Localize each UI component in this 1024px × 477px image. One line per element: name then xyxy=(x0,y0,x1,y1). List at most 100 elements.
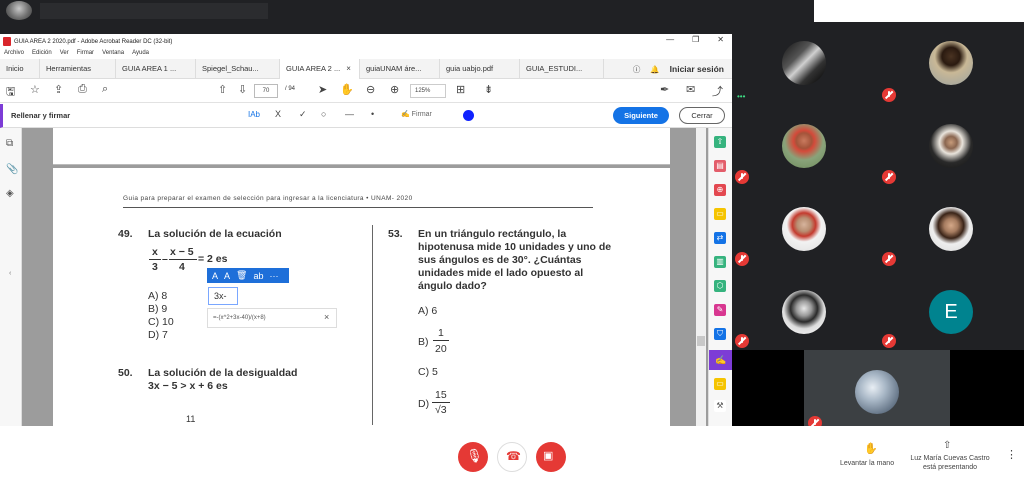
sign-icon[interactable]: ✒ xyxy=(660,83,669,96)
dot-icon[interactable]: • xyxy=(371,109,374,119)
compress-icon[interactable]: ⬡ xyxy=(714,280,726,292)
send-icon[interactable]: ▭ xyxy=(714,378,726,390)
zoom-select[interactable]: 125% xyxy=(410,84,446,98)
add-text-icon[interactable]: IAb xyxy=(248,110,260,119)
menu-ver[interactable]: Ver xyxy=(60,50,69,56)
delete-icon[interactable]: 🗑 xyxy=(236,270,247,281)
zoom-in-icon[interactable]: ⊕ xyxy=(390,83,399,96)
cerrar-button[interactable]: Cerrar xyxy=(679,107,725,124)
edit-pdf-icon[interactable]: ⊕ xyxy=(714,184,726,196)
pages-icon[interactable]: ⧉ xyxy=(6,138,13,149)
window-controls: — ❐ ✕ xyxy=(666,35,724,44)
combine-icon[interactable]: ⇄ xyxy=(714,232,726,244)
question-53-number: 53. xyxy=(388,228,403,240)
page-number-input[interactable]: 70 xyxy=(254,84,278,98)
protect-icon[interactable]: ⛉ xyxy=(714,328,726,340)
tab-close-icon[interactable]: × xyxy=(346,64,351,73)
q53-b-numerator: 1 xyxy=(438,327,444,339)
minimize-icon[interactable]: — xyxy=(666,35,674,44)
suggestion-close-icon[interactable]: × xyxy=(324,312,329,322)
line-icon[interactable]: — xyxy=(345,109,354,119)
document-scrollbar[interactable] xyxy=(696,128,706,426)
microphone-toggle-button[interactable]: 🎙 xyxy=(458,442,488,472)
tab-guia-estudi[interactable]: GUIA_ESTUDI... xyxy=(520,58,604,79)
answer-text-field[interactable]: 3x- xyxy=(208,287,238,305)
tab-guiaunam[interactable]: guiaUNAM áre... xyxy=(360,58,440,79)
more-options-icon[interactable]: ⋮ xyxy=(1006,448,1017,461)
organize-icon[interactable]: ▥ xyxy=(714,256,726,268)
pdf-page-previous xyxy=(53,128,670,165)
raise-hand-label[interactable]: Levantar la mano xyxy=(840,460,894,467)
presenting-icon[interactable]: ⇧ xyxy=(943,440,951,451)
tab-spiegel[interactable]: Spiegel_Schau... xyxy=(196,58,280,79)
firmar-button[interactable]: ✍ Firmar xyxy=(401,110,432,118)
tab-guia-area-2[interactable]: GUIA AREA 2 ... × xyxy=(280,58,360,79)
color-picker[interactable] xyxy=(463,110,474,121)
print-icon[interactable]: ⎙ xyxy=(78,83,87,96)
more-icon[interactable]: ··· xyxy=(269,271,278,281)
zoom-out-icon[interactable]: ⊖ xyxy=(366,83,375,96)
empty-tile-left xyxy=(732,350,804,426)
cross-mark-icon[interactable]: X xyxy=(275,109,281,119)
check-mark-icon[interactable]: ✓ xyxy=(299,109,307,120)
mail-icon[interactable]: ✉ xyxy=(686,83,695,96)
search-icon[interactable]: ⌕ xyxy=(102,83,108,96)
restore-icon[interactable]: ❐ xyxy=(692,35,699,44)
menu-ayuda[interactable]: Ayuda xyxy=(132,50,149,56)
comment-icon[interactable]: ▭ xyxy=(714,208,726,220)
menu-archivo[interactable]: Archivo xyxy=(4,50,24,56)
scroll-mode-icon[interactable]: ⇟ xyxy=(484,83,493,96)
participant-3-mic-off-icon xyxy=(735,170,749,184)
main-toolbar: 🖫 ☆ ⇪ ⎙ ⌕ ⇧ ⇩ 70 / 94 ➤ ✋ ⊖ ⊕ 125% ⊞ ⇟ ✒… xyxy=(0,79,732,103)
close-icon[interactable]: ✕ xyxy=(717,35,724,44)
layers-icon[interactable]: ◈ xyxy=(6,188,14,199)
fill-sign-tool-icon[interactable]: ✍ xyxy=(709,350,733,370)
export-pdf-icon[interactable]: ⇧ xyxy=(714,136,726,148)
tab-label: Herramientas xyxy=(46,64,92,73)
tab-herramientas[interactable]: Herramientas xyxy=(40,58,116,79)
menu-ventana[interactable]: Ventana xyxy=(102,50,124,56)
signin-link[interactable]: Iniciar sesión xyxy=(670,64,724,74)
bell-icon[interactable]: 🔔 xyxy=(650,65,659,74)
collapse-left-icon[interactable]: ‹ xyxy=(9,270,11,277)
firmar-label: Firmar xyxy=(411,111,432,118)
q53-line-4: unidades mide el lado opuesto al xyxy=(418,267,584,279)
q49-fraction-1-bar xyxy=(149,259,161,260)
comb-field-icon[interactable]: ab xyxy=(253,271,263,281)
upload-icon[interactable]: ⇪ xyxy=(54,83,63,96)
create-pdf-icon[interactable]: ▤ xyxy=(714,160,726,172)
select-cursor-icon[interactable]: ➤ xyxy=(318,83,327,96)
page-fit-icon[interactable]: ⊞ xyxy=(456,83,465,96)
share-icon[interactable]: ⤴ xyxy=(712,83,723,99)
scrollbar-thumb[interactable] xyxy=(697,336,705,346)
attachment-icon[interactable]: 📎 xyxy=(6,164,18,175)
hand-icon[interactable]: ✋ xyxy=(340,83,354,96)
more-tools-icon[interactable]: ⚒ xyxy=(714,400,726,412)
help-icon[interactable]: ⓘ xyxy=(633,64,641,75)
menu-firmar[interactable]: Firmar xyxy=(77,50,94,56)
page-down-icon[interactable]: ⇩ xyxy=(238,83,247,96)
circle-icon[interactable]: ○ xyxy=(321,109,326,119)
menu-edicion[interactable]: Edición xyxy=(32,50,52,56)
autofill-suggestion[interactable]: =-(x^2+3x-40)/(x+8) xyxy=(207,308,337,328)
tab-guia-uabjo[interactable]: guia uabjo.pdf xyxy=(440,58,520,79)
page-up-icon[interactable]: ⇧ xyxy=(218,83,227,96)
participant-6-mic-off-icon xyxy=(882,252,896,266)
participant-4-mic-off-icon xyxy=(882,170,896,184)
participant-avatar-3 xyxy=(782,124,826,168)
increase-font-icon[interactable]: A xyxy=(224,271,230,281)
q53-option-a: A) 6 xyxy=(418,305,438,317)
decrease-font-icon[interactable]: A xyxy=(212,271,218,281)
leave-call-button[interactable]: ☎ xyxy=(497,442,527,472)
redact-icon[interactable]: ✎ xyxy=(714,304,726,316)
tab-guia-area-1[interactable]: GUIA AREA 1 ... xyxy=(116,58,196,79)
raise-hand-icon[interactable]: ✋ xyxy=(864,442,878,455)
bookmark-star-icon[interactable]: ☆ xyxy=(30,83,40,96)
save-icon[interactable]: 🖫 xyxy=(6,83,15,102)
empty-tile-right xyxy=(950,350,1024,426)
more-participants-icon[interactable]: ••• xyxy=(737,92,745,101)
camera-toggle-button[interactable]: ▣ xyxy=(536,442,566,472)
tab-inicio[interactable]: Inicio xyxy=(0,58,40,79)
self-avatar xyxy=(855,370,899,414)
siguiente-button[interactable]: Siguiente xyxy=(613,107,669,124)
